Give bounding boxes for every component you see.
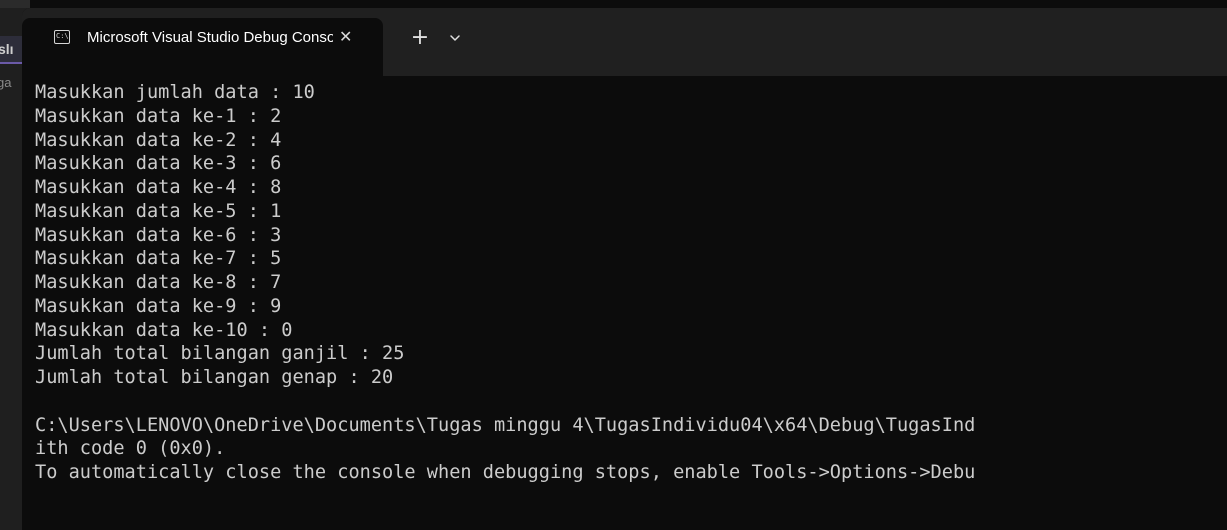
- console-line: C:\Users\LENOVO\OneDrive\Documents\Tugas…: [35, 414, 976, 436]
- new-tab-button[interactable]: +: [409, 27, 431, 49]
- console-output[interactable]: Masukkan jumlah data : 10 Masukkan data …: [35, 76, 1227, 530]
- console-line: Masukkan data ke-10 : 0: [35, 319, 293, 341]
- background-app-titlebar: [0, 0, 30, 8]
- chevron-down-icon: [450, 35, 460, 41]
- console-line: Masukkan data ke-3 : 6: [35, 153, 282, 175]
- console-line: Masukkan data ke-7 : 5: [35, 248, 282, 270]
- background-app-text: ga: [0, 75, 12, 90]
- console-line: To automatically close the console when …: [35, 462, 976, 483]
- console-line: Masukkan data ke-6 : 3: [35, 224, 282, 246]
- console-line: Jumlah total bilangan genap : 20: [35, 367, 394, 388]
- console-line: Masukkan data ke-8 : 7: [35, 272, 282, 293]
- terminal-titlebar[interactable]: C:\ Microsoft Visual Studio Debug Consol…: [22, 8, 1227, 76]
- tab-title: Microsoft Visual Studio Debug Console: [87, 28, 333, 46]
- terminal-window: C:\ Microsoft Visual Studio Debug Consol…: [22, 8, 1227, 530]
- console-line: Masukkan data ke-5 : 1: [35, 200, 282, 222]
- background-app-tab[interactable]: slı: [0, 36, 22, 64]
- console-line: Masukkan jumlah data : 10: [35, 82, 315, 103]
- console-icon: C:\: [54, 30, 70, 44]
- tab-debug-console[interactable]: C:\ Microsoft Visual Studio Debug Consol…: [22, 18, 383, 76]
- console-line: ith code 0 (0x0).: [35, 438, 226, 460]
- tab-dropdown-button[interactable]: [447, 30, 463, 46]
- console-line: Masukkan data ke-4 : 8: [35, 177, 282, 198]
- close-tab-button[interactable]: ✕: [339, 29, 352, 45]
- console-line: Masukkan data ke-9 : 9: [35, 295, 282, 317]
- console-line: Jumlah total bilangan ganjil : 25: [35, 343, 405, 365]
- screen: slı ga C:\ Microsoft Visual Studio Debug…: [0, 0, 1227, 530]
- console-line: Masukkan data ke-2 : 4: [35, 129, 282, 151]
- console-line: Masukkan data ke-1 : 2: [35, 105, 282, 127]
